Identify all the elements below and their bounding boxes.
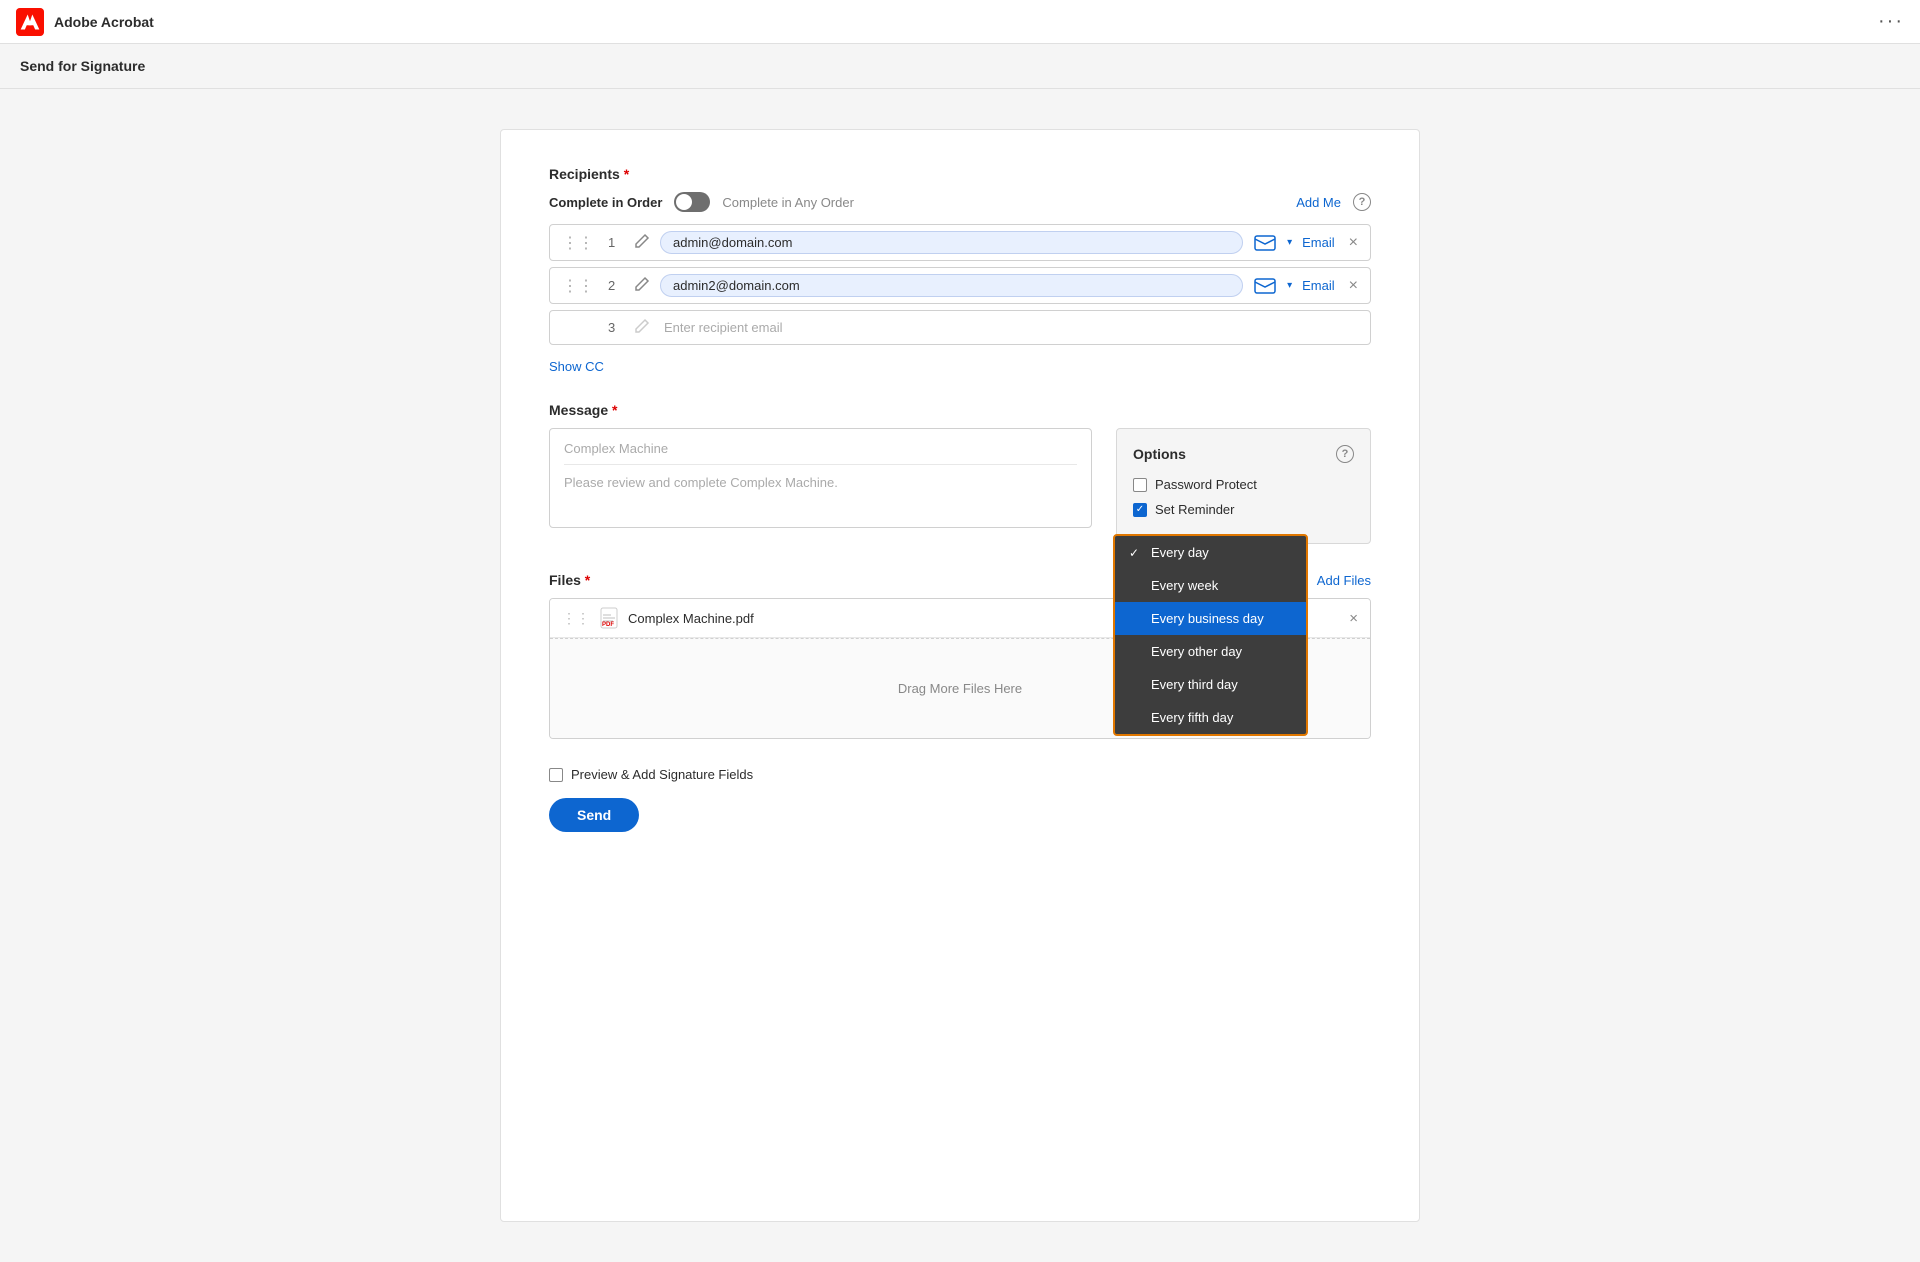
page-header: Send for Signature [0,44,1920,89]
title-bar: Adobe Acrobat ··· [0,0,1920,44]
main-content: Recipients * Complete in Order Complete … [0,89,1920,1262]
drag-zone-text: Drag More Files Here [898,681,1022,696]
preview-row: Preview & Add Signature Fields [549,767,1371,782]
every-third-day-label: Every third day [1151,677,1238,692]
message-section: Message * Complex Machine Please review … [549,402,1371,544]
reminder-dropdown: ✓ Every day ✓ Every week ✓ Every busines… [1113,534,1308,736]
recipient-3-input[interactable]: Enter recipient email [660,317,1358,338]
set-reminder-label: Set Reminder [1155,502,1234,517]
drag-handle-icon: ⋮⋮ [562,233,594,253]
preview-checkbox[interactable] [549,768,563,782]
options-title: Options [1133,446,1186,462]
every-business-day-label: Every business day [1151,611,1264,626]
recipients-controls: Complete in Order Complete in Any Order … [549,192,1371,212]
form-container: Recipients * Complete in Order Complete … [500,129,1420,1222]
files-label: Files * [549,572,590,588]
page-title: Send for Signature [20,58,145,74]
app-title: Adobe Acrobat [54,14,154,30]
dropdown-item-every-third-day[interactable]: ✓ Every third day [1115,668,1306,701]
password-protect-checkbox[interactable] [1133,478,1147,492]
remove-recipient-1-button[interactable]: × [1349,234,1358,252]
row-number-1: 1 [608,235,624,250]
set-reminder-row: Set Reminder [1133,502,1354,517]
remove-recipient-2-button[interactable]: × [1349,277,1358,295]
recipient-2-email[interactable]: admin2@domain.com [660,274,1243,297]
complete-order-label: Complete in Order [549,195,662,210]
row-number-3: 3 [608,320,624,335]
adobe-logo-icon [16,8,44,36]
svg-text:PDF: PDF [602,622,614,628]
set-reminder-checkbox[interactable] [1133,503,1147,517]
email-type-label-1[interactable]: Email [1302,235,1335,250]
menu-dots-button[interactable]: ··· [1878,10,1904,33]
file-remove-button[interactable]: × [1349,610,1358,627]
add-files-link[interactable]: Add Files [1317,573,1371,588]
complete-any-label: Complete in Any Order [722,195,854,210]
message-subject: Complex Machine [564,441,1077,465]
message-body: Please review and complete Complex Machi… [564,475,1077,490]
add-me-link[interactable]: Add Me [1296,195,1341,210]
recipient-row-1: ⋮⋮ 1 admin@domain.com ▾ Email × [549,224,1371,261]
message-area: Complex Machine Please review and comple… [549,428,1092,528]
envelope-icon-1 [1253,234,1277,252]
message-box[interactable]: Complex Machine Please review and comple… [549,428,1092,528]
every-fifth-day-label: Every fifth day [1151,710,1233,725]
complete-order-toggle[interactable] [674,192,710,212]
message-label: Message * [549,402,1371,418]
dropdown-item-every-business-day[interactable]: ✓ Every business day [1115,602,1306,635]
pen-icon-2 [634,276,650,296]
preview-label: Preview & Add Signature Fields [571,767,753,782]
recipients-section: Recipients * Complete in Order Complete … [549,166,1371,374]
options-help-icon[interactable]: ? [1336,445,1354,463]
message-options-layout: Complex Machine Please review and comple… [549,428,1371,544]
file-drag-handle-icon: ⋮⋮ [562,610,590,627]
recipient-row-2: ⋮⋮ 2 admin2@domain.com ▾ Email × [549,267,1371,304]
email-type-chevron-1[interactable]: ▾ [1287,237,1292,248]
dropdown-item-every-fifth-day[interactable]: ✓ Every fifth day [1115,701,1306,734]
row-number-2: 2 [608,278,624,293]
recipient-row-3: ⋮⋮ 3 Enter recipient email [549,310,1371,345]
footer-section: Preview & Add Signature Fields Send [549,767,1371,832]
dropdown-item-every-day[interactable]: ✓ Every day [1115,536,1306,569]
email-type-chevron-2[interactable]: ▾ [1287,280,1292,291]
pdf-icon: PDF [600,607,618,629]
pen-icon-3 [634,318,650,338]
recipients-help-icon[interactable]: ? [1353,193,1371,211]
every-week-label: Every week [1151,578,1218,593]
title-bar-left: Adobe Acrobat [16,8,154,36]
pen-icon-1 [634,233,650,253]
drag-handle-icon-2: ⋮⋮ [562,276,594,296]
every-day-checkmark: ✓ [1129,546,1143,560]
dropdown-item-every-other-day[interactable]: ✓ Every other day [1115,635,1306,668]
recipients-label: Recipients * [549,166,1371,182]
password-protect-row: Password Protect [1133,477,1354,492]
envelope-icon-2 [1253,277,1277,295]
options-panel: Options ? Password Protect Set Reminder [1116,428,1371,544]
show-cc-link[interactable]: Show CC [549,359,604,374]
password-protect-label: Password Protect [1155,477,1257,492]
every-day-label: Every day [1151,545,1209,560]
every-other-day-label: Every other day [1151,644,1242,659]
email-type-label-2[interactable]: Email [1302,278,1335,293]
send-button[interactable]: Send [549,798,639,832]
dropdown-item-every-week[interactable]: ✓ Every week [1115,569,1306,602]
recipient-1-email[interactable]: admin@domain.com [660,231,1243,254]
options-header: Options ? [1133,445,1354,463]
